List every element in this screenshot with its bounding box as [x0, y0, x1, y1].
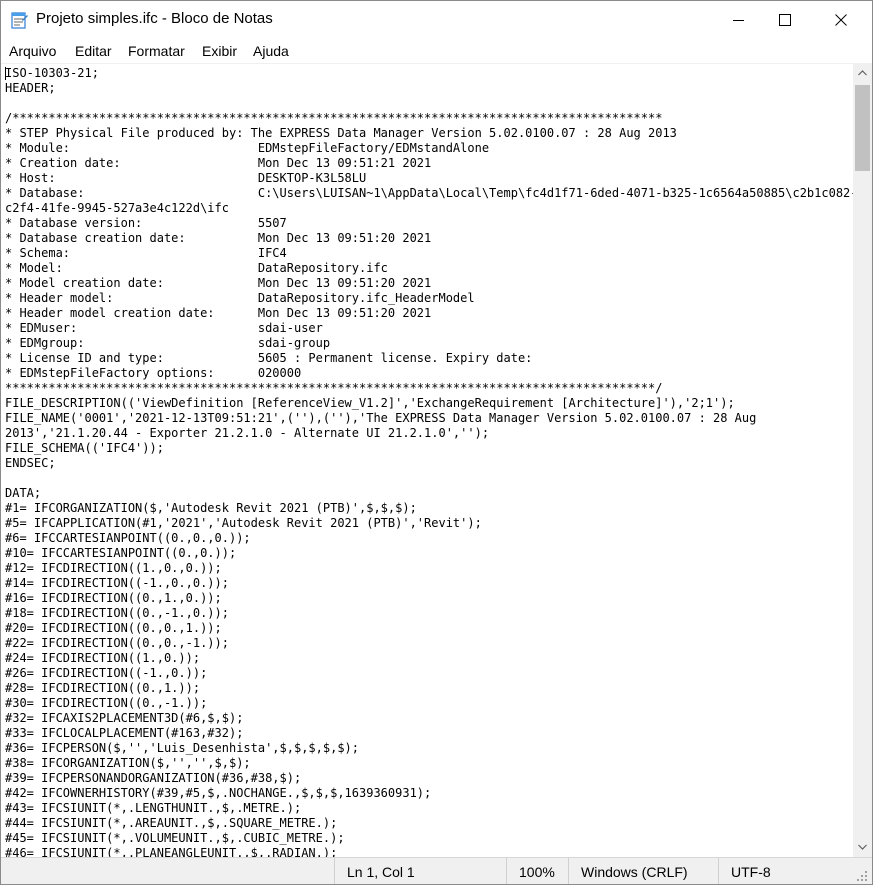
editor-line: * Host: DESKTOP-K3L58LU	[5, 171, 367, 185]
editor-line: #44= IFCSIUNIT(*,.AREAUNIT.,$,.SQUARE_ME…	[5, 816, 338, 830]
editor-line: * Model: DataRepository.ifc	[5, 261, 388, 275]
editor-line: * Module: EDMstepFileFactory/EDMstandAlo…	[5, 141, 490, 155]
editor-line: #16= IFCDIRECTION((0.,1.,0.));	[5, 591, 222, 605]
editor-line: * Database version: 5507	[5, 216, 287, 230]
editor-line: * Header model: DataRepository.ifc_Heade…	[5, 291, 475, 305]
editor-line: #43= IFCSIUNIT(*,.LENGTHUNIT.,$,.METRE.)…	[5, 801, 302, 815]
editor-line: ****************************************…	[5, 381, 663, 395]
editor-line: #20= IFCDIRECTION((0.,0.,1.));	[5, 621, 222, 635]
menu-bar: Arquivo Editar Formatar Exibir Ajuda	[1, 39, 872, 63]
editor-line: * Creation date: Mon Dec 13 09:51:21 202…	[5, 156, 432, 170]
editor-line: * Database creation date: Mon Dec 13 09:…	[5, 231, 432, 245]
encoding: UTF-8	[731, 864, 771, 880]
editor-line: * STEP Physical File produced by: The EX…	[5, 126, 677, 140]
status-bar: Ln 1, Col 1 100% Windows (CRLF) UTF-8	[1, 857, 872, 884]
editor-line: #6= IFCCARTESIANPOINT((0.,0.,0.));	[5, 531, 251, 545]
editor-line: ENDSEC;	[5, 456, 56, 470]
close-icon	[835, 14, 847, 26]
editor-content[interactable]: ISO-10303-21; HEADER; /*****************…	[1, 64, 853, 858]
chevron-down-icon	[858, 844, 867, 850]
menu-exibir[interactable]: Exibir	[202, 43, 237, 59]
line-ending: Windows (CRLF)	[581, 864, 688, 880]
editor-line: #24= IFCDIRECTION((1.,0.));	[5, 651, 201, 665]
chevron-up-icon	[858, 70, 867, 76]
resize-grip-icon[interactable]	[856, 870, 868, 882]
vertical-scrollbar[interactable]	[853, 63, 872, 857]
editor-line: #39= IFCPERSONANDORGANIZATION(#36,#38,$)…	[5, 771, 302, 785]
zoom-level: 100%	[519, 864, 555, 880]
notepad-window: Projeto simples.ifc - Bloco de Notas Arq…	[0, 0, 873, 885]
editor-line: * Header model creation date: Mon Dec 13…	[5, 306, 432, 320]
editor-line: #30= IFCDIRECTION((0.,-1.));	[5, 696, 208, 710]
editor-line: ISO-10303-21;	[5, 66, 99, 80]
close-button[interactable]	[818, 1, 864, 39]
editor-line: #18= IFCDIRECTION((0.,-1.,0.));	[5, 606, 229, 620]
notepad-icon	[10, 11, 28, 29]
editor-line: #28= IFCDIRECTION((0.,1.));	[5, 681, 201, 695]
editor-line: #26= IFCDIRECTION((-1.,0.));	[5, 666, 208, 680]
menu-editar[interactable]: Editar	[75, 43, 112, 59]
status-separator	[568, 858, 569, 884]
editor-line: * EDMstepFileFactory options: 020000	[5, 366, 302, 380]
scroll-down-button[interactable]	[853, 838, 872, 856]
editor-line: * EDMuser: sdai-user	[5, 321, 323, 335]
editor-line: #42= IFCOWNERHISTORY(#39,#5,$,.NOCHANGE.…	[5, 786, 432, 800]
editor-line: 2013','21.1.20.44 - Exporter 21.2.1.0 - …	[5, 426, 490, 440]
status-separator	[506, 858, 507, 884]
editor-line: #5= IFCAPPLICATION(#1,'2021','Autodesk R…	[5, 516, 482, 530]
scroll-thumb[interactable]	[855, 85, 870, 171]
editor-line: #12= IFCDIRECTION((1.,0.,0.));	[5, 561, 222, 575]
minimize-icon	[733, 20, 744, 21]
maximize-icon	[779, 14, 791, 26]
text-caret	[5, 67, 6, 80]
menu-ajuda[interactable]: Ajuda	[253, 43, 289, 59]
status-separator	[334, 858, 335, 884]
editor-line: #10= IFCCARTESIANPOINT((0.,0.));	[5, 546, 237, 560]
status-separator	[718, 858, 719, 884]
editor-line: #14= IFCDIRECTION((-1.,0.,0.));	[5, 576, 229, 590]
menu-arquivo[interactable]: Arquivo	[9, 43, 56, 59]
editor-line: * Database: C:\Users\LUISAN~1\AppData\Lo…	[5, 186, 853, 200]
editor-line: * Schema: IFC4	[5, 246, 287, 260]
window-title: Projeto simples.ifc - Bloco de Notas	[36, 10, 273, 27]
editor-line: #45= IFCSIUNIT(*,.VOLUMEUNIT.,$,.CUBIC_M…	[5, 831, 345, 845]
editor-line: * License ID and type: 5605 : Permanent …	[5, 351, 533, 365]
maximize-button[interactable]	[762, 1, 808, 39]
editor-line: * EDMgroup: sdai-group	[5, 336, 331, 350]
editor-line: FILE_NAME('0001','2021-12-13T09:51:21',(…	[5, 411, 757, 425]
editor-line: #33= IFCLOCALPLACEMENT(#163,#32);	[5, 726, 244, 740]
minimize-button[interactable]	[716, 1, 762, 39]
editor-line: FILE_DESCRIPTION(('ViewDefinition [Refer…	[5, 396, 735, 410]
editor-line: HEADER;	[5, 81, 56, 95]
editor-line: DATA;	[5, 486, 42, 500]
menu-formatar[interactable]: Formatar	[128, 43, 185, 59]
editor-line: #1= IFCORGANIZATION($,'Autodesk Revit 20…	[5, 501, 417, 515]
editor-line: #38= IFCORGANIZATION($,'','',$,$);	[5, 756, 251, 770]
editor-line: #22= IFCDIRECTION((0.,0.,-1.));	[5, 636, 229, 650]
editor-line: c2f4-41fe-9945-527a3e4c122d\ifc	[5, 201, 229, 215]
text-editor[interactable]: ISO-10303-21; HEADER; /*****************…	[1, 63, 853, 858]
editor-line: /***************************************…	[5, 111, 663, 125]
title-bar[interactable]: Projeto simples.ifc - Bloco de Notas	[1, 1, 872, 39]
editor-line: #36= IFCPERSON($,'','Luis_Desenhista',$,…	[5, 741, 360, 755]
editor-line: FILE_SCHEMA(('IFC4'));	[5, 441, 164, 455]
cursor-position: Ln 1, Col 1	[347, 864, 415, 880]
scroll-up-button[interactable]	[853, 64, 872, 82]
editor-line: * Model creation date: Mon Dec 13 09:51:…	[5, 276, 432, 290]
editor-line: #32= IFCAXIS2PLACEMENT3D(#6,$,$);	[5, 711, 244, 725]
